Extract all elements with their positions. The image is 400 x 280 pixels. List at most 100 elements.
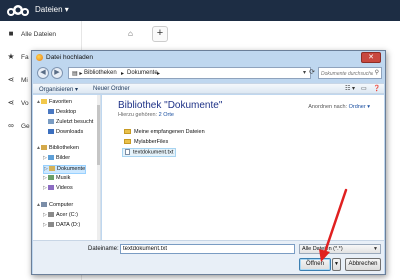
add-button[interactable]: + (152, 26, 168, 42)
new-folder-button[interactable]: Neuer Ordner (93, 86, 130, 92)
cloud-logo-icon[interactable] (5, 4, 31, 17)
link-icon: ∞ (8, 121, 14, 130)
arrange-by-label: Anordnen nach: (308, 104, 348, 110)
dialog-footer: Dateiname: Alle Dateien (*.*) ▼ Öffnen ▼… (33, 240, 384, 274)
nav-tree-item[interactable]: ▷ Bilder (43, 155, 70, 164)
file-list-pane: Bibliothek "Dokumente" Hierzu gehören: 2… (102, 95, 384, 240)
app-header: Dateien ▾ (0, 0, 400, 21)
nav-tree-label: Videos (56, 185, 73, 191)
library-icon: ▤ ▸ (72, 71, 83, 77)
cancel-button[interactable]: Abbrechen (345, 258, 381, 271)
nav-tree-label: Bilder (56, 155, 71, 161)
nav-tree-label: DATA (D:) (56, 222, 81, 228)
nav-tree-item[interactable]: ▷ Musik (43, 175, 70, 184)
view-options-icon[interactable]: ☷ ▾ (345, 85, 355, 92)
command-bar: Organisieren ▾ Neuer Ordner ☷ ▾ ▭ ❓ (33, 83, 384, 94)
home-icon[interactable]: ⌂ (128, 29, 133, 38)
nav-item-icon (49, 166, 55, 172)
navigation-pane: ▲ Favoriten Desktop Zuletzt besucht Download… (33, 95, 101, 240)
nav-tree-item[interactable]: Downloads (43, 129, 83, 138)
refresh-icon[interactable]: ⟳ (306, 67, 318, 79)
nav-tree-label: Computer (49, 202, 74, 208)
forward-button[interactable]: ▶ (51, 67, 63, 79)
filename-label: Dateiname: (88, 246, 119, 252)
nav-tree-label: Zuletzt besucht (56, 119, 94, 125)
nav-item-icon (41, 202, 47, 208)
nav-item-icon (48, 185, 54, 191)
nav-tree-label: Dokumente (57, 166, 86, 172)
nav-tree-item[interactable]: ▷ Acer (C:) (43, 212, 78, 221)
library-locations-link[interactable]: 2 Orte (159, 112, 174, 118)
nav-item-icon (48, 119, 54, 125)
breadcrumb-separator-icon: ▸ (157, 71, 161, 77)
upload-dialog: Datei hochladen ✕ ◀ ▶ ▤ ▸ Bibliotheken ▸… (31, 50, 386, 275)
nav-tree-item[interactable]: ▲ Favoriten (36, 99, 72, 108)
organize-menu[interactable]: Organisieren ▾ (39, 86, 78, 93)
address-row: ◀ ▶ ▤ ▸ Bibliotheken ▸ Dokumente ▸ ▾ ⟳ ⚲ (35, 66, 382, 82)
library-subtitle: Hierzu gehören: 2 Orte (118, 112, 174, 118)
arrange-by-dropdown[interactable]: Ordner ▾ (349, 104, 370, 110)
nav-tree-item[interactable]: ▷ Videos (43, 185, 73, 194)
library-title: Bibliothek "Dokumente" (118, 100, 223, 111)
file-name: MylabberFiles (134, 139, 169, 145)
file-list-item-selected[interactable]: textdokument.txt (122, 148, 177, 157)
address-bar[interactable]: ▤ ▸ Bibliotheken ▸ Dokumente ▸ ▾ (68, 67, 311, 79)
nav-item-icon (48, 109, 54, 115)
file-type-select[interactable]: Alle Dateien (*.*) ▼ (299, 244, 381, 254)
nav-item-icon (48, 175, 54, 181)
nav-tree-label: Musik (56, 175, 71, 181)
star-icon: ★ (7, 52, 15, 61)
text-file-icon (125, 149, 130, 155)
scrollbar-thumb[interactable] (97, 105, 100, 165)
open-button[interactable]: Öffnen (299, 258, 331, 271)
nav-tree-label: Bibliotheken (49, 145, 79, 151)
nav-scrollbar[interactable] (97, 95, 100, 240)
nav-item-icon (48, 222, 54, 228)
breadcrumb-separator-icon: ▸ (121, 71, 125, 77)
share-icon: ⋖ (7, 98, 15, 107)
sidebar-item-all-files[interactable]: ■ Alle Dateien (0, 25, 82, 45)
breadcrumb-documents[interactable]: Dokumente (127, 70, 158, 76)
dialog-title: Datei hochladen (46, 54, 93, 61)
file-list-item[interactable]: Meine empfangenen Dateien (124, 129, 205, 138)
search-icon: ⚲ (374, 70, 379, 76)
nav-item-icon (48, 155, 54, 161)
filename-input[interactable] (120, 244, 295, 254)
folder-icon: ■ (8, 29, 14, 38)
nav-item-icon (41, 99, 47, 105)
library-subtitle-prefix: Hierzu gehören: (118, 112, 158, 118)
browser-icon (36, 54, 43, 61)
nav-tree-label: Acer (C:) (56, 212, 78, 218)
file-list-item[interactable]: MylabberFiles (124, 139, 168, 148)
app-menu-title[interactable]: Dateien ▾ (35, 5, 69, 14)
nav-tree-label: Downloads (56, 129, 84, 135)
nav-tree-item[interactable]: ▲ Computer (36, 202, 73, 211)
folder-icon (124, 139, 131, 145)
nav-item-icon (41, 145, 47, 151)
nav-tree-item[interactable]: ▷ DATA (D:) (43, 222, 80, 231)
file-type-value: Alle Dateien (*.*) (302, 246, 343, 252)
chevron-down-icon: ▼ (373, 246, 378, 252)
nav-tree-label: Desktop (56, 109, 77, 115)
help-icon[interactable]: ❓ (373, 85, 380, 92)
nav-tree-item[interactable]: ▷ Dokumente (43, 165, 87, 174)
close-button[interactable]: ✕ (361, 52, 381, 63)
sidebar-item-label: Alle Dateien (21, 31, 57, 38)
nav-tree-item[interactable]: Zuletzt besucht (43, 119, 93, 128)
nav-tree-item[interactable]: Desktop (43, 109, 76, 118)
folder-icon (124, 129, 131, 135)
file-name: Meine empfangenen Dateien (134, 129, 205, 135)
back-button[interactable]: ◀ (37, 67, 49, 79)
nav-item-icon (48, 129, 54, 135)
share-icon: ⋖ (7, 75, 15, 84)
file-name: textdokument.txt (133, 149, 174, 156)
open-options-dropdown[interactable]: ▼ (332, 258, 341, 271)
nav-tree-label: Favoriten (49, 99, 72, 105)
preview-pane-icon[interactable]: ▭ (361, 85, 367, 92)
nav-item-icon (48, 212, 54, 218)
breadcrumb-libraries[interactable]: Bibliotheken (84, 70, 117, 76)
search-box[interactable]: ⚲ (318, 67, 382, 79)
search-input[interactable] (321, 69, 373, 78)
nav-tree-item[interactable]: ▲ Bibliotheken (36, 145, 79, 154)
arrange-by: Anordnen nach: Ordner ▾ (308, 104, 370, 110)
